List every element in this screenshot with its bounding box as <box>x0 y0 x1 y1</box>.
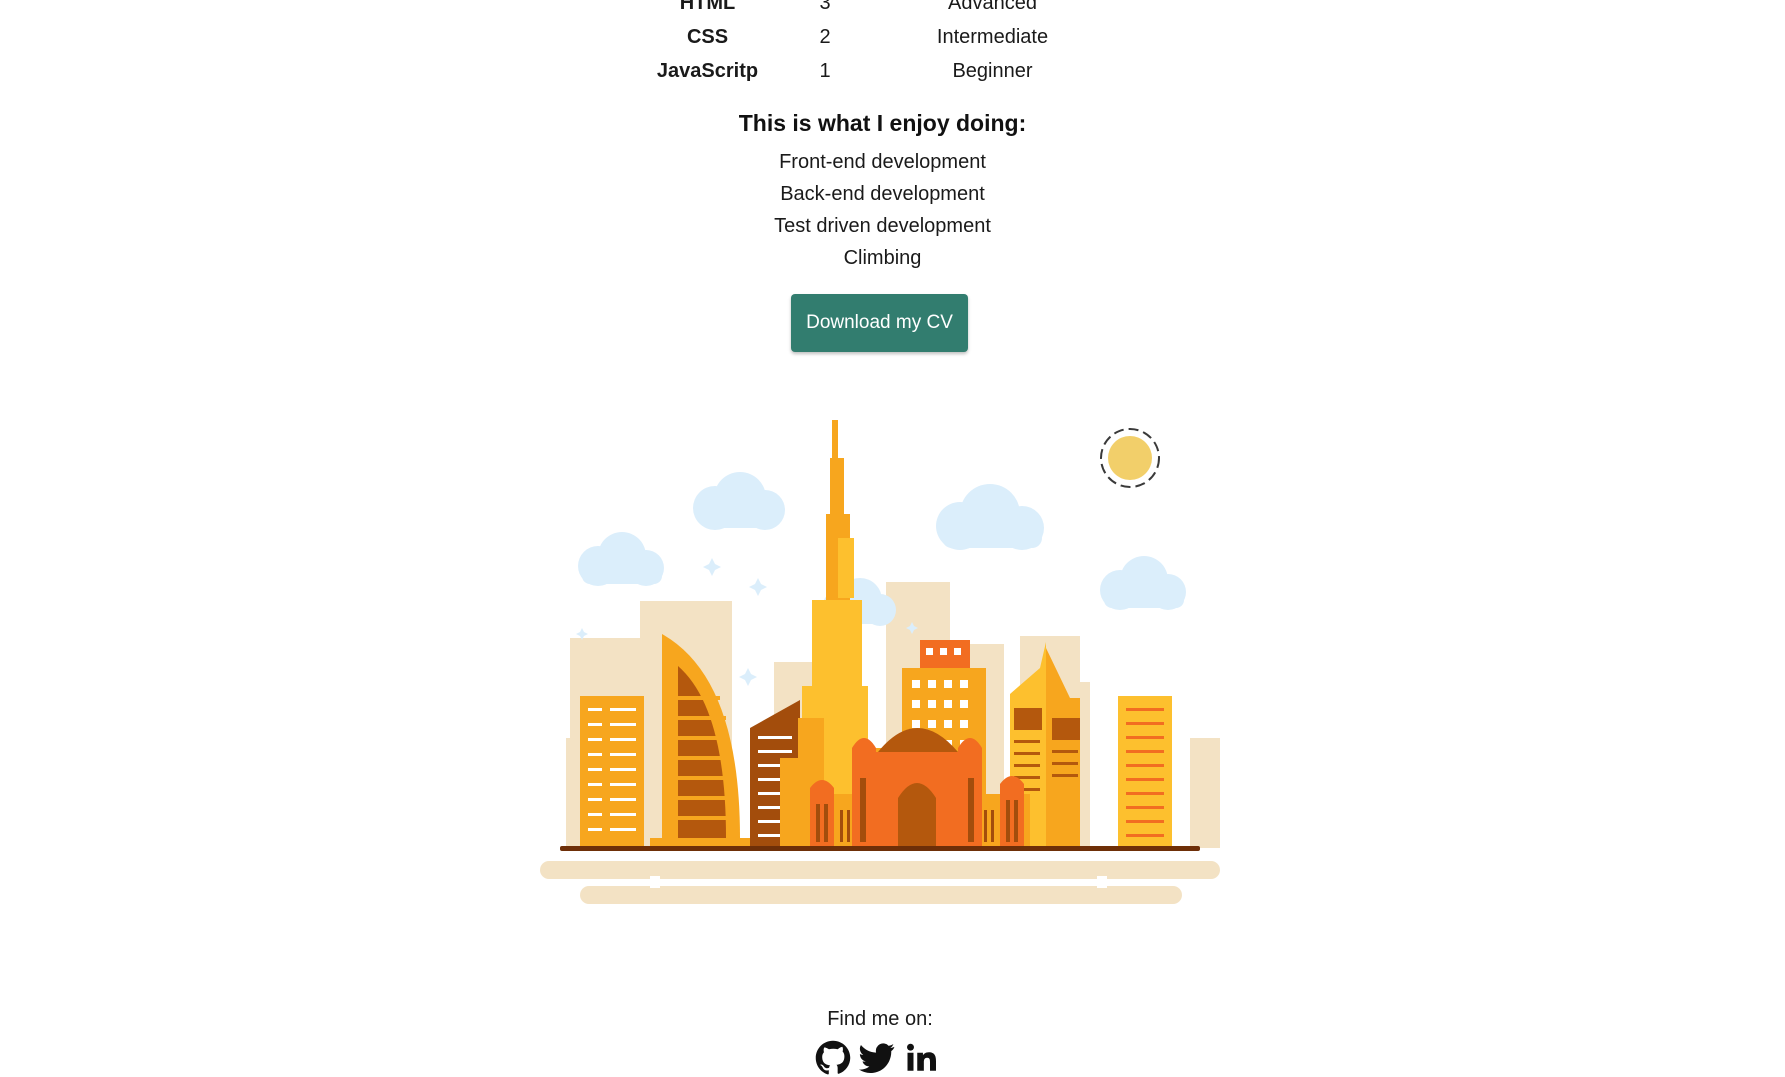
twitter-link[interactable] <box>859 1040 895 1076</box>
list-item: Back-end development <box>780 183 985 205</box>
skill-level: Beginner <box>952 59 1033 82</box>
skill-level: Intermediate <box>936 25 1049 48</box>
enjoy-list: Front-end development Back-end developme… <box>0 146 1765 274</box>
skill-level: Advanced <box>948 0 1037 14</box>
page: HTML 3 Advanced CSS 2 Intermediate JavaS… <box>0 0 1785 1077</box>
table-row: HTML 3 Advanced <box>640 0 1110 20</box>
linkedin-link[interactable] <box>903 1040 939 1076</box>
skills-table: HTML 3 Advanced CSS 2 Intermediate JavaS… <box>640 0 1110 88</box>
list-item: Test driven development <box>774 215 991 237</box>
table-row: JavaScritp 1 Beginner <box>640 54 1110 88</box>
skill-years: 1 <box>819 59 831 82</box>
github-link[interactable] <box>815 1040 851 1076</box>
download-cv-button[interactable]: Download my CV <box>791 294 968 352</box>
table-row: CSS 2 Intermediate <box>640 20 1110 54</box>
twitter-icon <box>859 1043 895 1073</box>
city-skyline-illustration <box>540 420 1220 904</box>
enjoy-heading: This is what I enjoy doing: <box>738 110 1027 136</box>
github-icon <box>815 1040 851 1075</box>
skill-name: HTML <box>679 0 736 14</box>
skill-years: 2 <box>819 25 831 48</box>
list-item: Climbing <box>843 247 922 269</box>
skill-name: JavaScritp <box>656 59 759 82</box>
list-item: Front-end development <box>779 151 986 173</box>
social-links <box>815 1040 939 1076</box>
linkedin-icon <box>907 1043 936 1071</box>
skill-name: CSS <box>686 25 729 48</box>
find-me-label: Find me on: <box>827 1008 933 1030</box>
skill-years: 3 <box>819 0 831 14</box>
